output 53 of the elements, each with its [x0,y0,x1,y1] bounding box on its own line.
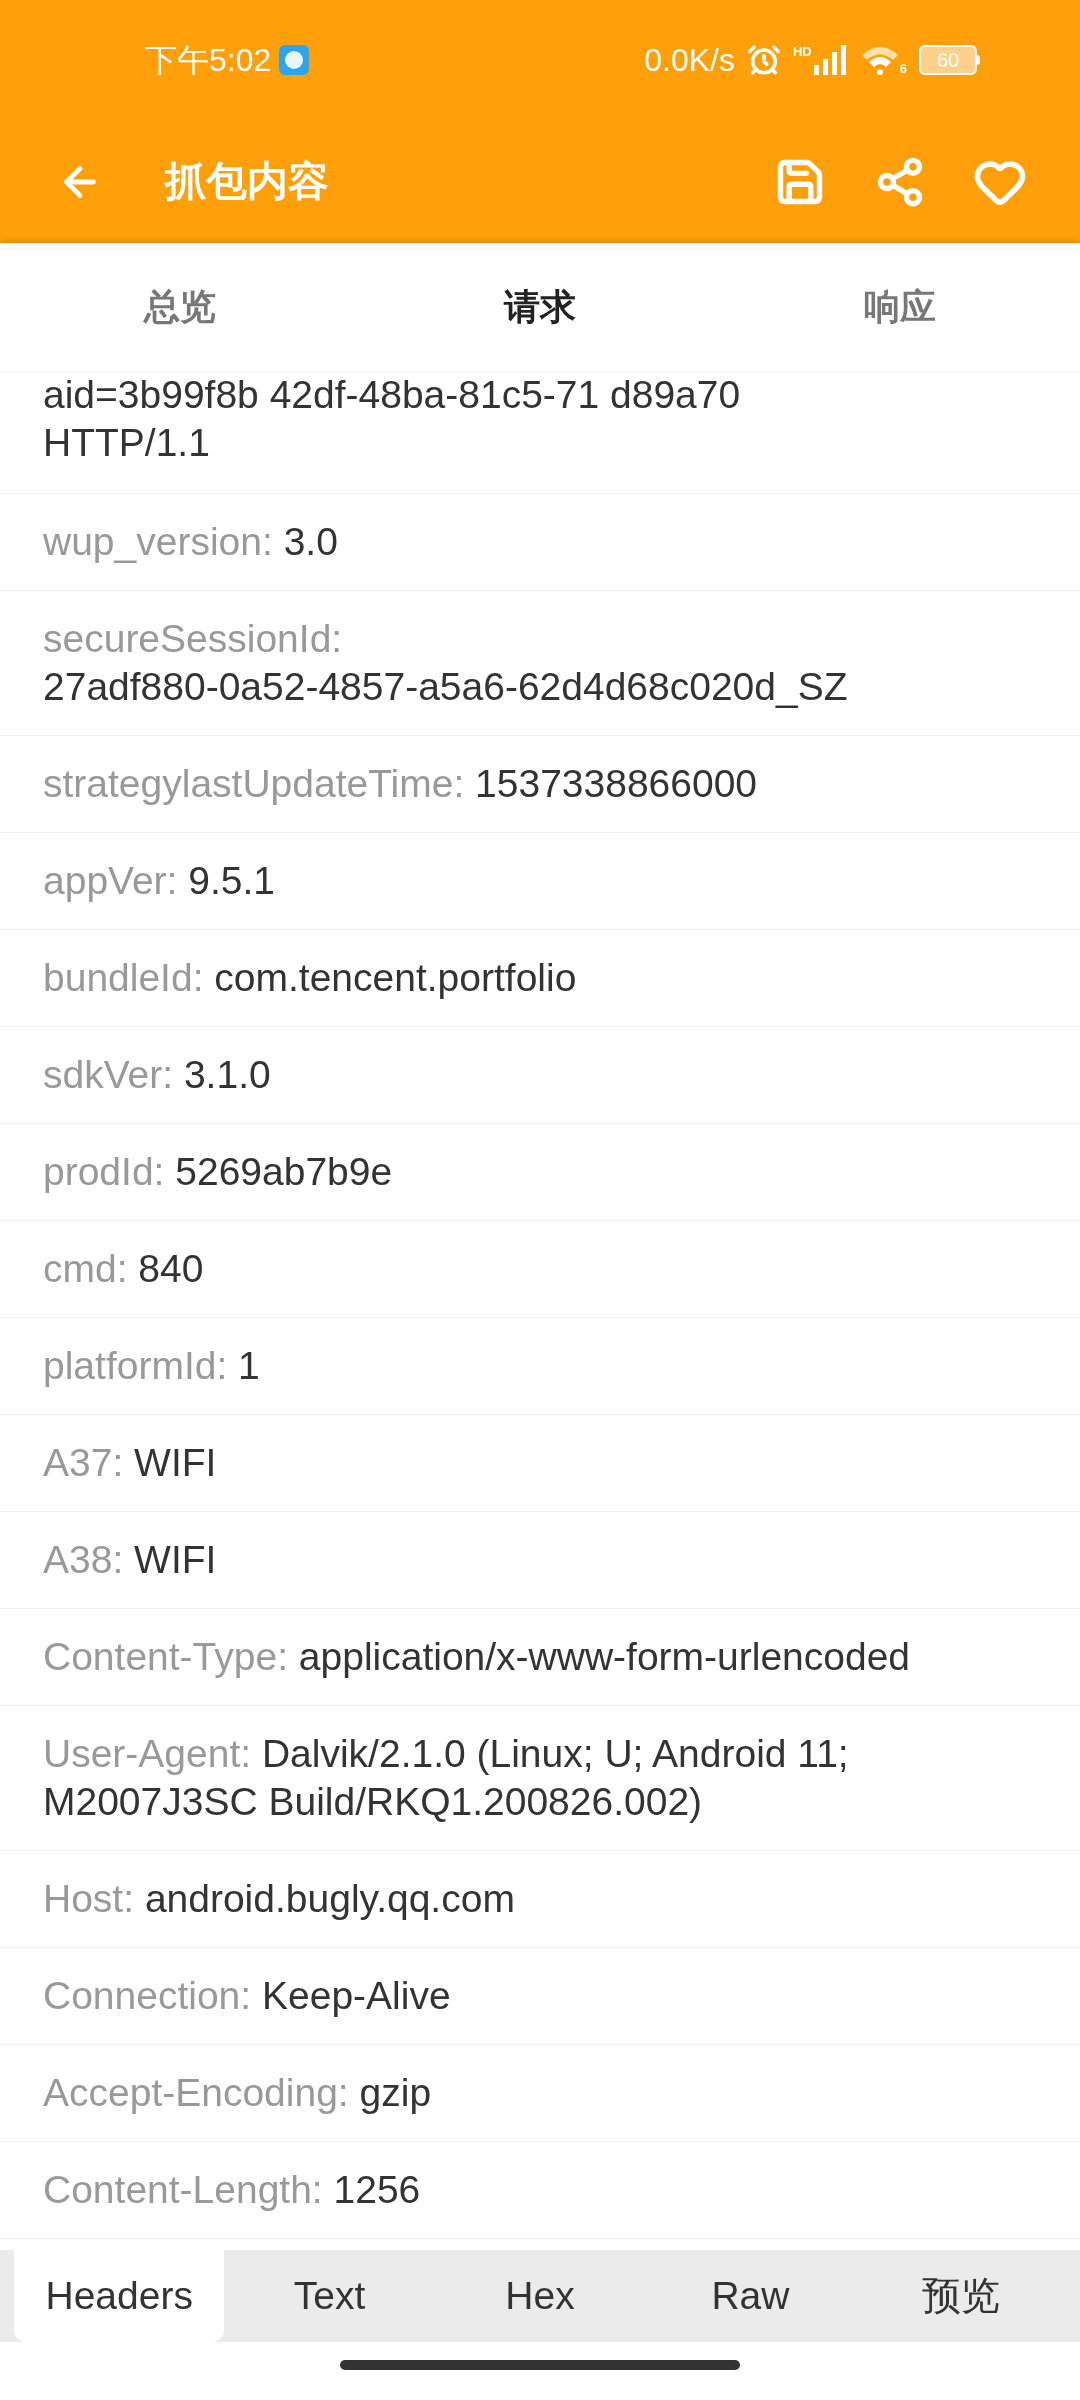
header-name: User-Agent: [43,1732,253,1775]
header-name: strategylastUpdateTime: [43,762,466,805]
header-name: bundleId: [43,956,205,999]
view-tab[interactable]: Hex [434,2250,646,2342]
header-value: 840 [138,1247,204,1290]
header-value: application/x-www-form-urlencoded [298,1635,911,1678]
header-name: sdkVer: [43,1053,175,1096]
header-value: 27adf880-0a52-4857-a5a6-62d4d68c020d_SZ [43,665,848,708]
header-value: com.tencent.portfolio [214,956,577,999]
app-notification-icon [279,45,310,75]
header-name: cmd: [43,1247,129,1290]
tab[interactable]: 响应 [720,243,1080,371]
view-tab[interactable]: Headers [14,2250,225,2342]
network-type-label: HD [793,45,812,58]
header-value: WIFI [134,1441,217,1484]
signal-icon [813,45,848,75]
header-name: A38: [43,1538,125,1581]
header-value: aid=3b99f8b 42df-48ba-81c5-71 d89a70 HTTP/1.1 [43,373,741,464]
header-value: 5269ab7b9e [175,1150,393,1193]
view-tab[interactable]: 预览 [855,2250,1067,2342]
header-value: 1256 [333,2168,421,2211]
header-name: wup_version: [43,520,274,563]
header-value: android.bugly.qq.com [144,1877,515,1920]
header-value: Dalvik/2.1.0 (Linux; U; Android 11; [261,1732,849,1775]
header-name: appVer: [43,859,179,902]
status-time: 下午5:02 [145,41,272,80]
view-tab[interactable]: Raw [645,2250,856,2342]
header-name: secureSessionId: [43,617,343,660]
battery-icon: 60 [919,45,980,75]
tab[interactable]: 请求 [360,243,720,371]
header-name: A37: [43,1441,125,1484]
header-name: prodId: [43,1150,166,1193]
header-value: 1537338866000 [475,762,758,805]
header-name: platformId: [43,1344,229,1387]
header-value: 1 [238,1344,260,1387]
tab[interactable]: 总览 [0,243,360,371]
header-name: Host: [43,1877,136,1920]
header-value: Keep-Alive [262,1974,451,2017]
view-tab[interactable]: Text [224,2250,435,2342]
header-name: Content-Length: [43,2168,324,2211]
header-value: M2007J3SC Build/RKQ1.200826.002) [43,1779,704,1825]
header-value: 3.0 [283,520,338,563]
header-name: Accept-Encoding: [43,2071,350,2114]
header-value: gzip [359,2071,432,2114]
header-name: Connection: [43,1974,253,2017]
header-value: 9.5.1 [188,859,276,902]
alarm-icon [747,43,781,77]
wifi-band-label: 6 [899,62,907,75]
header-name: Content-Type: [43,1635,289,1678]
network-speed: 0.0K/s [644,41,735,80]
page-title: 抓包内容 [165,156,329,206]
header-value: WIFI [134,1538,217,1581]
header-value: 3.1.0 [183,1053,271,1096]
